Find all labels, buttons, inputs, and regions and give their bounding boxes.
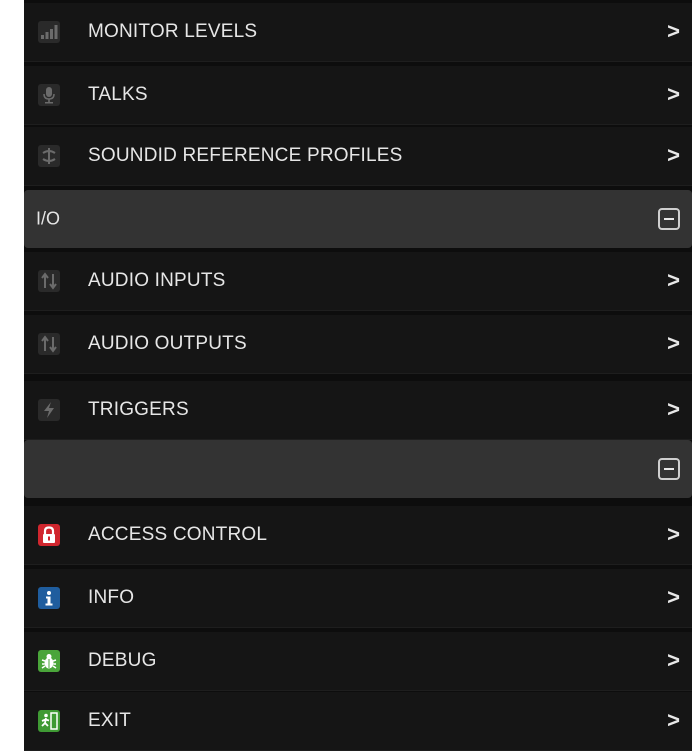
minus-icon bbox=[664, 468, 674, 470]
menu-item-info[interactable]: INFO > bbox=[24, 569, 692, 628]
menu-item-talks[interactable]: TALKS > bbox=[24, 66, 692, 125]
bug-icon bbox=[38, 650, 60, 672]
menu-item-audio-outputs[interactable]: AUDIO OUTPUTS > bbox=[24, 315, 692, 374]
menu-item-triggers[interactable]: TRIGGERS > bbox=[24, 381, 692, 440]
menu-item-debug[interactable]: DEBUG > bbox=[24, 632, 692, 691]
menu-item-soundid-reference-profiles[interactable]: SOUNDID REFERENCE PROFILES > bbox=[24, 127, 692, 186]
arrows-updown-icon bbox=[38, 270, 60, 292]
chevron-right-icon: > bbox=[667, 584, 680, 610]
exit-icon bbox=[38, 710, 60, 732]
chevron-right-icon: > bbox=[667, 18, 680, 44]
menu-item-access-control[interactable]: ACCESS CONTROL > bbox=[24, 506, 692, 565]
chevron-right-icon: > bbox=[667, 81, 680, 107]
lightning-icon bbox=[38, 399, 60, 421]
chevron-right-icon: > bbox=[667, 647, 680, 673]
menu-item-label: TALKS bbox=[88, 84, 148, 105]
collapse-button[interactable] bbox=[658, 458, 680, 480]
chevron-right-icon: > bbox=[667, 142, 680, 168]
chevron-right-icon: > bbox=[667, 267, 680, 293]
menu-item-label: TRIGGERS bbox=[88, 399, 189, 420]
chevron-right-icon: > bbox=[667, 330, 680, 356]
menu-item-monitor-levels[interactable]: MONITOR LEVELS > bbox=[24, 3, 692, 62]
signal-bars-icon bbox=[38, 21, 60, 43]
menu-item-audio-inputs[interactable]: AUDIO INPUTS > bbox=[24, 252, 692, 311]
section-title: I/O bbox=[36, 208, 61, 229]
menu-item-exit[interactable]: EXIT > bbox=[24, 692, 692, 751]
minus-icon bbox=[664, 218, 674, 220]
menu-item-label: AUDIO OUTPUTS bbox=[88, 333, 247, 354]
lock-icon bbox=[38, 524, 60, 546]
menu-item-label: INFO bbox=[88, 587, 135, 608]
info-icon bbox=[38, 587, 60, 609]
menu-item-label: AUDIO INPUTS bbox=[88, 270, 226, 291]
arrows-updown-icon bbox=[38, 333, 60, 355]
settings-menu-panel: MONITOR LEVELS > TALKS > SOUNDID REFEREN… bbox=[24, 0, 692, 751]
chevron-right-icon: > bbox=[667, 707, 680, 733]
collapse-button[interactable] bbox=[658, 208, 680, 230]
menu-item-label: ACCESS CONTROL bbox=[88, 524, 268, 545]
menu-item-label: DEBUG bbox=[88, 650, 157, 671]
menu-item-label: SOUNDID REFERENCE PROFILES bbox=[88, 145, 403, 166]
menu-item-label: EXIT bbox=[88, 710, 132, 731]
microphone-icon bbox=[38, 84, 60, 106]
chevron-right-icon: > bbox=[667, 396, 680, 422]
menu-item-label: MONITOR LEVELS bbox=[88, 21, 258, 42]
section-header-system bbox=[24, 440, 692, 498]
section-header-io: I/O bbox=[24, 190, 692, 248]
chevron-right-icon: > bbox=[667, 521, 680, 547]
soundid-icon bbox=[38, 145, 60, 167]
